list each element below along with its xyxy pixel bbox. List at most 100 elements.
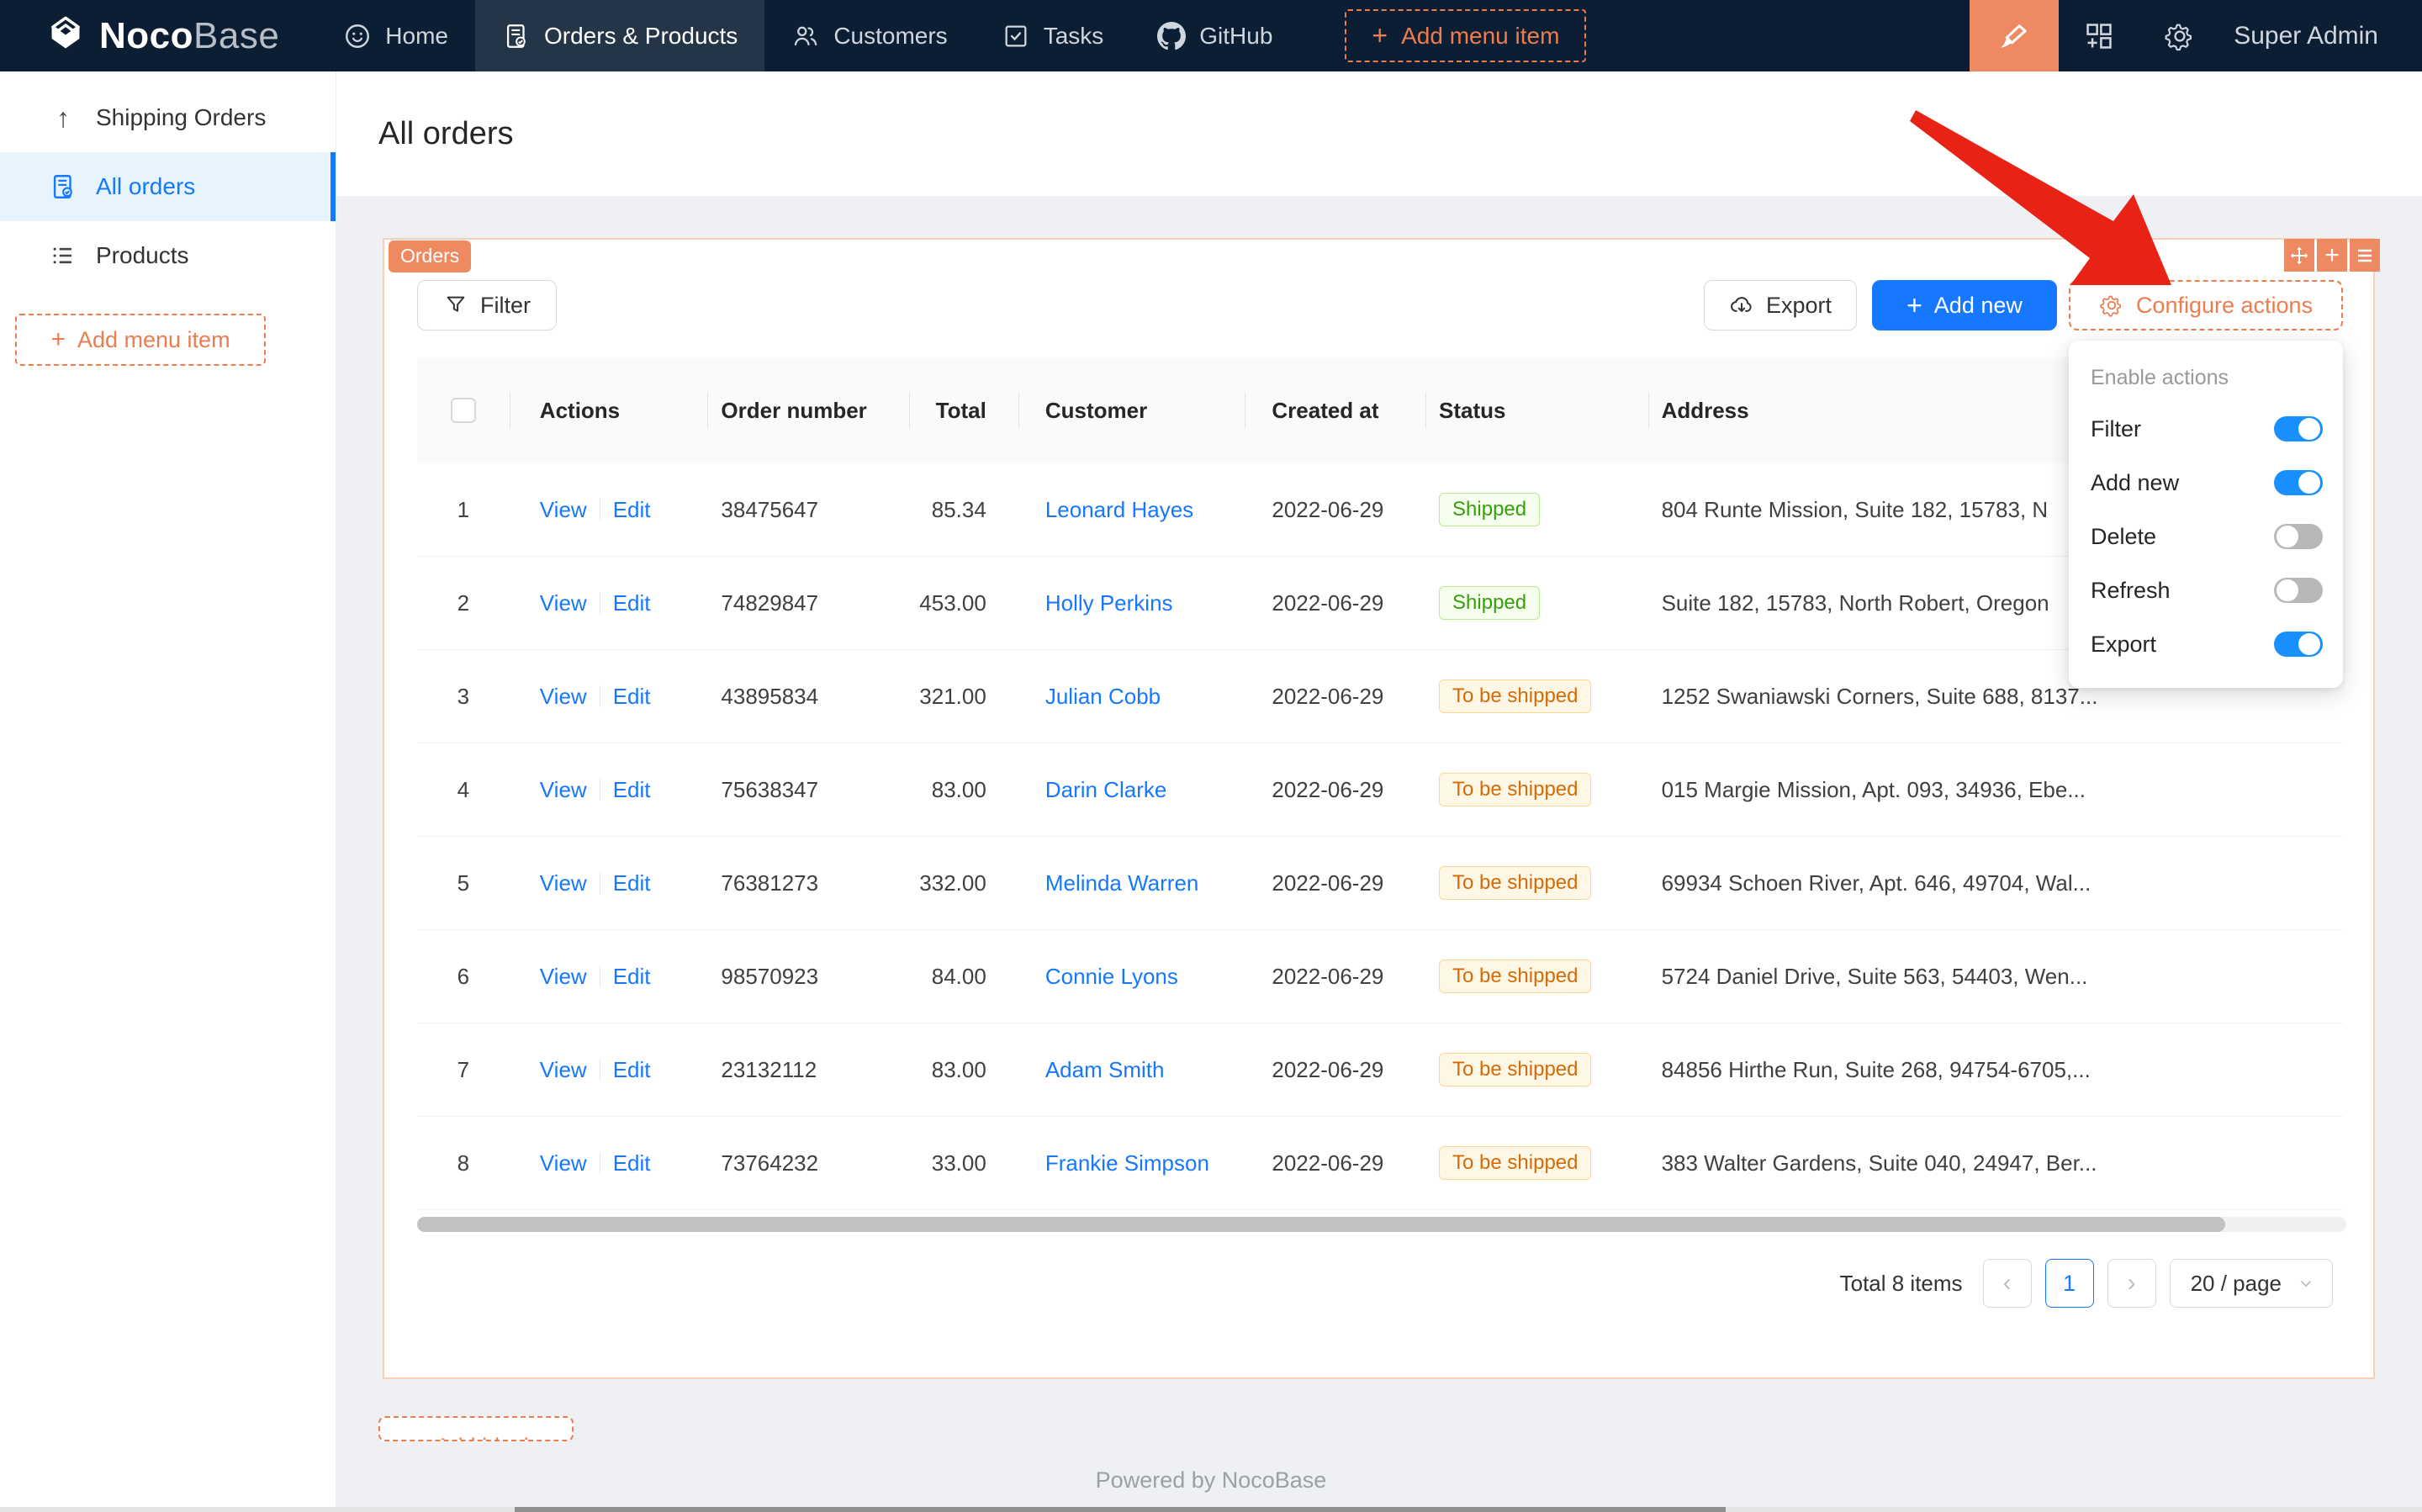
- cell-created-at: 2022-06-29: [1245, 557, 1425, 649]
- page-header: All orders: [336, 71, 2422, 196]
- view-link[interactable]: View: [540, 497, 587, 523]
- dropdown-item[interactable]: Add new: [2069, 456, 2343, 510]
- edit-link[interactable]: Edit: [613, 497, 651, 523]
- cell-created-at: 2022-06-29: [1245, 743, 1425, 836]
- nav-add-menu-item-button[interactable]: + Add menu item: [1345, 9, 1586, 62]
- status-badge: To be shipped: [1439, 1146, 1591, 1180]
- scrollbar-thumb[interactable]: [417, 1217, 2225, 1232]
- edit-link[interactable]: Edit: [613, 590, 651, 616]
- customer-link[interactable]: Frankie Simpson: [1045, 1150, 1209, 1176]
- sidebar-item-shipping-orders[interactable]: ↑ Shipping Orders: [0, 83, 336, 152]
- table-row: 5 View Edit 76381273 332.00 Melinda Warr…: [417, 837, 2343, 930]
- next-page-button[interactable]: ›: [2107, 1259, 2156, 1308]
- table-row: 7 View Edit 23132112 83.00 Adam Smith 20…: [417, 1023, 2343, 1117]
- sidebar-item-products[interactable]: Products: [0, 221, 336, 290]
- cell-status: To be shipped: [1425, 650, 1648, 743]
- navbar-right: Super Admin: [1970, 0, 2422, 71]
- dropdown-items: Filter Add new Delete Refresh Export: [2069, 402, 2343, 671]
- toggle-knob: [2277, 579, 2298, 601]
- view-link[interactable]: View: [540, 1057, 587, 1083]
- toggle-switch[interactable]: [2274, 524, 2323, 549]
- edit-link[interactable]: Edit: [613, 684, 651, 710]
- page-size-select[interactable]: 20 / page: [2170, 1259, 2333, 1308]
- edit-link[interactable]: Edit: [613, 777, 651, 803]
- cell-address: 5724 Daniel Drive, Suite 563, 54403, Wen…: [1648, 930, 2343, 1023]
- edit-link[interactable]: Edit: [613, 1150, 651, 1176]
- add-block-button[interactable]: + Add block: [378, 1416, 574, 1441]
- select-all-checkbox[interactable]: [451, 398, 476, 423]
- configure-actions-button[interactable]: Configure actions: [2069, 280, 2343, 330]
- user-menu[interactable]: Super Admin: [2220, 22, 2422, 50]
- view-link[interactable]: View: [540, 590, 587, 616]
- view-link[interactable]: View: [540, 964, 587, 990]
- edit-link[interactable]: Edit: [613, 964, 651, 990]
- header-status: Status: [1425, 357, 1648, 463]
- plus-icon: +: [50, 325, 66, 354]
- plugin-manager-button[interactable]: [2059, 0, 2139, 71]
- prev-page-button[interactable]: ‹: [1983, 1259, 2032, 1308]
- cell-total: 332.00: [909, 837, 1018, 929]
- cell-address: 84856 Hirthe Run, Suite 268, 94754-6705,…: [1648, 1023, 2343, 1116]
- add-block-icon[interactable]: +: [2317, 239, 2347, 272]
- header-created-at: Created at: [1245, 357, 1425, 463]
- funnel-icon: [443, 293, 468, 318]
- nav-item-customers[interactable]: Customers: [764, 0, 974, 71]
- drag-handle-icon[interactable]: [2284, 239, 2314, 272]
- scrollbar-thumb[interactable]: [515, 1507, 1726, 1512]
- customer-link[interactable]: Darin Clarke: [1045, 777, 1167, 803]
- cell-customer: Darin Clarke: [1018, 743, 1245, 836]
- customer-link[interactable]: Leonard Hayes: [1045, 497, 1193, 523]
- settings-button[interactable]: [2139, 0, 2220, 71]
- footer-text: Powered by NocoBase: [0, 1467, 2422, 1493]
- dropdown-item[interactable]: Filter: [2069, 402, 2343, 456]
- view-link[interactable]: View: [540, 684, 587, 710]
- nocobase-logo[interactable]: NocoBase: [0, 0, 316, 71]
- top-navbar: NocoBase Home Orders & Products: [0, 0, 2422, 71]
- nav-item-home[interactable]: Home: [316, 0, 475, 71]
- toggle-switch[interactable]: [2274, 578, 2323, 603]
- edit-link[interactable]: Edit: [613, 870, 651, 896]
- toggle-switch[interactable]: [2274, 470, 2323, 495]
- dropdown-item[interactable]: Delete: [2069, 510, 2343, 563]
- ui-editor-button[interactable]: [1970, 0, 2059, 71]
- nav-item-orders-products[interactable]: Orders & Products: [475, 0, 764, 71]
- page-title: All orders: [378, 116, 514, 152]
- header-select-all: [417, 357, 510, 463]
- toggle-switch[interactable]: [2274, 416, 2323, 441]
- nav-item-tasks[interactable]: Tasks: [975, 0, 1131, 71]
- table-horizontal-scrollbar: [417, 1217, 2346, 1232]
- row-index: 2: [417, 557, 510, 649]
- customer-link[interactable]: Holly Perkins: [1045, 590, 1173, 616]
- add-new-button[interactable]: + Add new: [1872, 280, 2057, 330]
- row-actions: View Edit: [510, 930, 708, 1023]
- cell-customer: Holly Perkins: [1018, 557, 1245, 649]
- dropdown-item[interactable]: Refresh: [2069, 563, 2343, 617]
- nav-item-github[interactable]: GitHub: [1130, 0, 1299, 71]
- cell-customer: Melinda Warren: [1018, 837, 1245, 929]
- cell-status: Shipped: [1425, 557, 1648, 649]
- browser-horizontal-scrollbar: [0, 1507, 2422, 1512]
- cell-total: 453.00: [909, 557, 1018, 649]
- cell-status: Shipped: [1425, 463, 1648, 556]
- customer-link[interactable]: Connie Lyons: [1045, 964, 1178, 990]
- sidebar-item-all-orders[interactable]: All orders: [0, 152, 336, 221]
- customer-link[interactable]: Adam Smith: [1045, 1057, 1165, 1083]
- plus-icon: +: [1906, 290, 1922, 321]
- customer-link[interactable]: Melinda Warren: [1045, 870, 1199, 896]
- filter-button[interactable]: Filter: [417, 280, 557, 330]
- toggle-switch[interactable]: [2274, 632, 2323, 657]
- dropdown-item[interactable]: Export: [2069, 617, 2343, 671]
- customer-link[interactable]: Julian Cobb: [1045, 684, 1161, 710]
- edit-link[interactable]: Edit: [613, 1057, 651, 1083]
- view-link[interactable]: View: [540, 870, 587, 896]
- status-badge: To be shipped: [1439, 866, 1591, 900]
- block-menu-icon[interactable]: [2350, 239, 2380, 272]
- view-link[interactable]: View: [540, 777, 587, 803]
- current-page-button[interactable]: 1: [2045, 1259, 2094, 1308]
- sidebar-add-menu-item-button[interactable]: + Add menu item: [15, 314, 266, 366]
- brand-name: NocoBase: [99, 15, 279, 57]
- row-index: 6: [417, 930, 510, 1023]
- view-link[interactable]: View: [540, 1150, 587, 1176]
- export-button[interactable]: Export: [1704, 280, 1857, 330]
- status-badge: To be shipped: [1439, 1053, 1591, 1086]
